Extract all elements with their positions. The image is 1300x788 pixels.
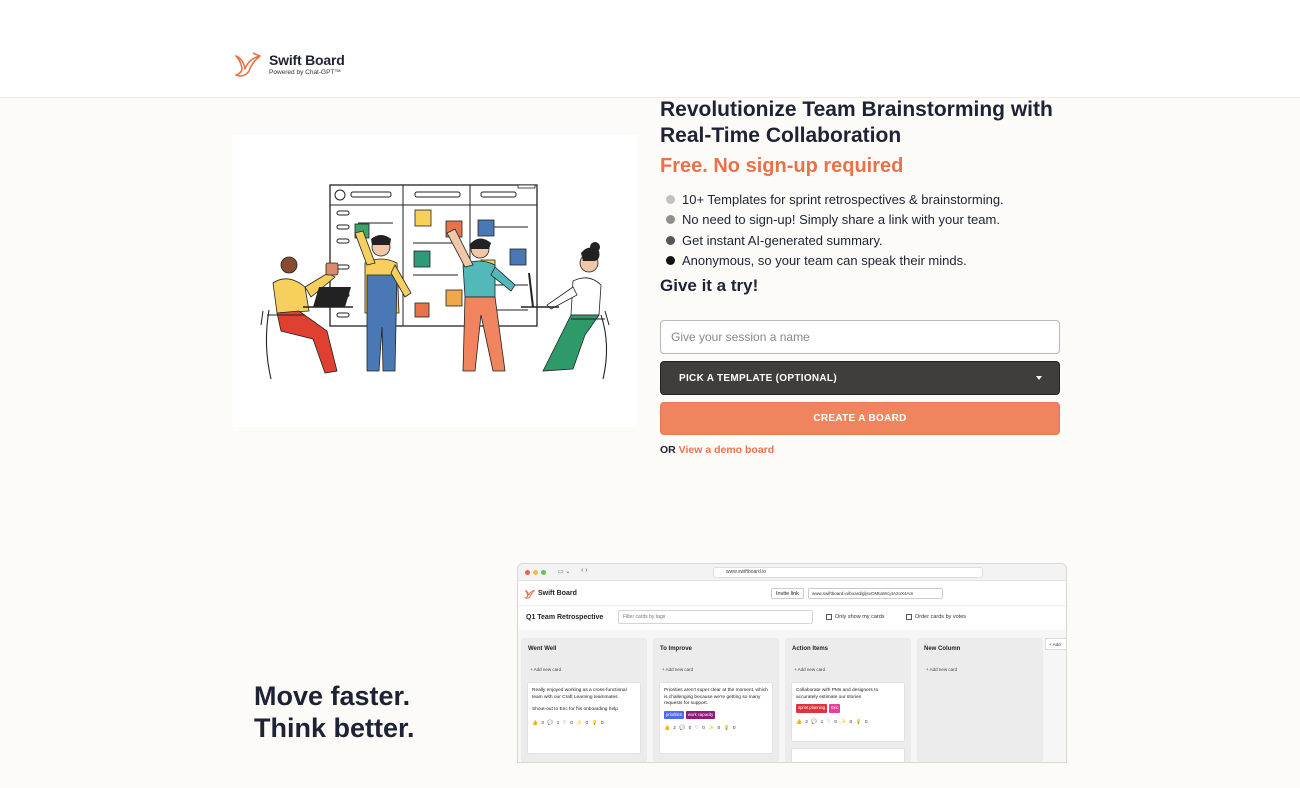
bullet-dot-icon (666, 194, 675, 204)
board-card: Priorities aren't super clear at the mom… (659, 682, 773, 754)
bullet-dot-icon (666, 215, 675, 225)
card-text: Collaborate with PMs and designers to ac… (796, 688, 879, 700)
team-whiteboard-illustration (260, 184, 610, 380)
section-heading-line2: Think better. (254, 713, 415, 743)
bird-logo-icon (524, 589, 536, 599)
demo-line: OR View a demo board (660, 444, 774, 456)
pick-template-label: PICK A TEMPLATE (OPTIONAL) (679, 372, 837, 384)
add-column-button: + Add (1045, 638, 1066, 650)
card-tags: sprint planning Eric (796, 701, 900, 713)
hero-illustration (233, 135, 638, 427)
feature-item: Anonymous, so your team can speak their … (666, 251, 1004, 272)
board-card: Collaborate with PMs and designers to ac… (791, 682, 905, 742)
add-card-link: + Add new card (662, 667, 694, 672)
or-text: OR (660, 444, 676, 456)
browser-titlebar: ▭ ⌄ ‹ › www.swiftboard.io (518, 564, 1066, 581)
checkbox-label: Only show my cards (835, 614, 885, 620)
checkbox-icon (906, 614, 912, 620)
board-column: New Column + Add new card (917, 638, 1043, 762)
board-title: Q1 Team Retrospective (526, 614, 604, 621)
bullet-dot-icon (666, 256, 675, 266)
card-reactions: 👍 2 💬 1 ♡ 0 ✨ 0 💡 0 (796, 719, 868, 725)
add-card-link: + Add new card (926, 667, 958, 672)
tag-badge: sprint planning (796, 704, 828, 713)
brand-name: Swift Board (269, 52, 345, 68)
nav-arrows-icon: ‹ › (581, 567, 588, 574)
caret-down-icon (1036, 376, 1042, 380)
board-preview-screenshot: ▭ ⌄ ‹ › www.swiftboard.io Swift Board In… (517, 563, 1067, 763)
add-card-link: + Add new card (794, 667, 826, 672)
feature-item: No need to sign-up! Simply share a link … (666, 210, 1004, 231)
sidebar-toggle-icon: ▭ ⌄ (558, 569, 571, 575)
session-name-input[interactable] (660, 320, 1060, 354)
column-title: Went Well (528, 646, 557, 652)
feature-list: 10+ Templates for sprint retrospectives … (666, 189, 1004, 271)
bird-logo-icon (235, 52, 261, 77)
section-heading-line1: Move faster. (254, 681, 411, 711)
feature-item: 10+ Templates for sprint retrospectives … (666, 189, 1004, 210)
invite-link-url: www.swiftboard.io/board/gljsvOMtiaWcj4A2… (808, 588, 943, 599)
minimize-dot-icon (533, 570, 538, 575)
pick-template-dropdown[interactable]: PICK A TEMPLATE (OPTIONAL) (660, 361, 1060, 395)
app-header: Swift Board Invite link www.swiftboard.i… (518, 582, 1066, 606)
section-heading: Move faster. Think better. (254, 680, 415, 744)
browser-url: www.swiftboard.io (726, 569, 767, 575)
tag-badge: Eric (829, 704, 841, 713)
card-text: Priorities aren't super clear at the mom… (664, 688, 768, 706)
bullet-dot-icon (666, 235, 675, 245)
feature-text: 10+ Templates for sprint retrospectives … (682, 191, 1004, 207)
browser-url-bar: www.swiftboard.io (713, 567, 983, 578)
maximize-dot-icon (541, 570, 546, 575)
tag-badge: priorities (664, 710, 684, 719)
feature-text: Anonymous, so your team can speak their … (682, 253, 967, 269)
tag-badge: work capacity (685, 710, 716, 719)
brand-logo[interactable]: Swift Board Powered by Chat-GPT™ (233, 50, 345, 78)
board-toolbar: Q1 Team Retrospective Filter cards by ta… (518, 607, 1066, 629)
checkbox-icon (826, 614, 832, 620)
checkbox-label: Order cards by votes (915, 614, 967, 620)
feature-item: Get instant AI-generated summary. (666, 230, 1004, 251)
board-column: Action Items + Add new card Collaborate … (785, 638, 911, 762)
order-votes-checkbox: Order cards by votes (906, 614, 966, 620)
create-board-button[interactable]: CREATE A BOARD (660, 402, 1060, 435)
card-reactions: 👍 2 💬 0 ♡ 0 ✨ 0 💡 0 (664, 726, 736, 731)
try-heading: Give it a try! (660, 276, 759, 295)
column-title: To Improve (660, 646, 692, 652)
close-dot-icon (525, 570, 530, 575)
create-board-label: CREATE A BOARD (813, 413, 907, 424)
column-title: New Column (924, 646, 961, 652)
feature-text: Get instant AI-generated summary. (682, 232, 883, 248)
demo-board-link[interactable]: View a demo board (679, 444, 775, 456)
only-mine-checkbox: Only show my cards (826, 614, 885, 620)
column-title: Action Items (792, 646, 829, 652)
invite-link-button: Invite link (771, 588, 804, 599)
site-header: Swift Board Powered by Chat-GPT™ (0, 0, 1300, 98)
card-text-extra: Shout-out to Eric for his onboarding hel… (532, 707, 618, 712)
board-card (791, 748, 905, 762)
brand-subtitle: Powered by Chat-GPT™ (269, 69, 341, 76)
card-text: Really enjoyed working as a cross-functi… (532, 688, 627, 700)
hero-title: Revolutionize Team Brainstorming with Re… (660, 98, 1053, 147)
board-column: Went Well + Add new card Really enjoyed … (521, 638, 647, 762)
board-column: To Improve + Add new card Priorities are… (653, 638, 779, 762)
card-reactions: 👍 3 💬 1 ♡ 0 ✨ 0 💡 0 (532, 720, 604, 726)
hero-tagline: Free. No sign-up required (660, 155, 904, 177)
board-card: Really enjoyed working as a cross-functi… (527, 682, 641, 754)
card-tags: priorities work capacity (664, 708, 768, 719)
filter-tags-input: Filter cards by tags (618, 610, 813, 624)
add-card-link: + Add new card (530, 667, 562, 672)
app-brand-name: Swift Board (538, 590, 577, 597)
feature-text: No need to sign-up! Simply share a link … (682, 212, 1000, 228)
